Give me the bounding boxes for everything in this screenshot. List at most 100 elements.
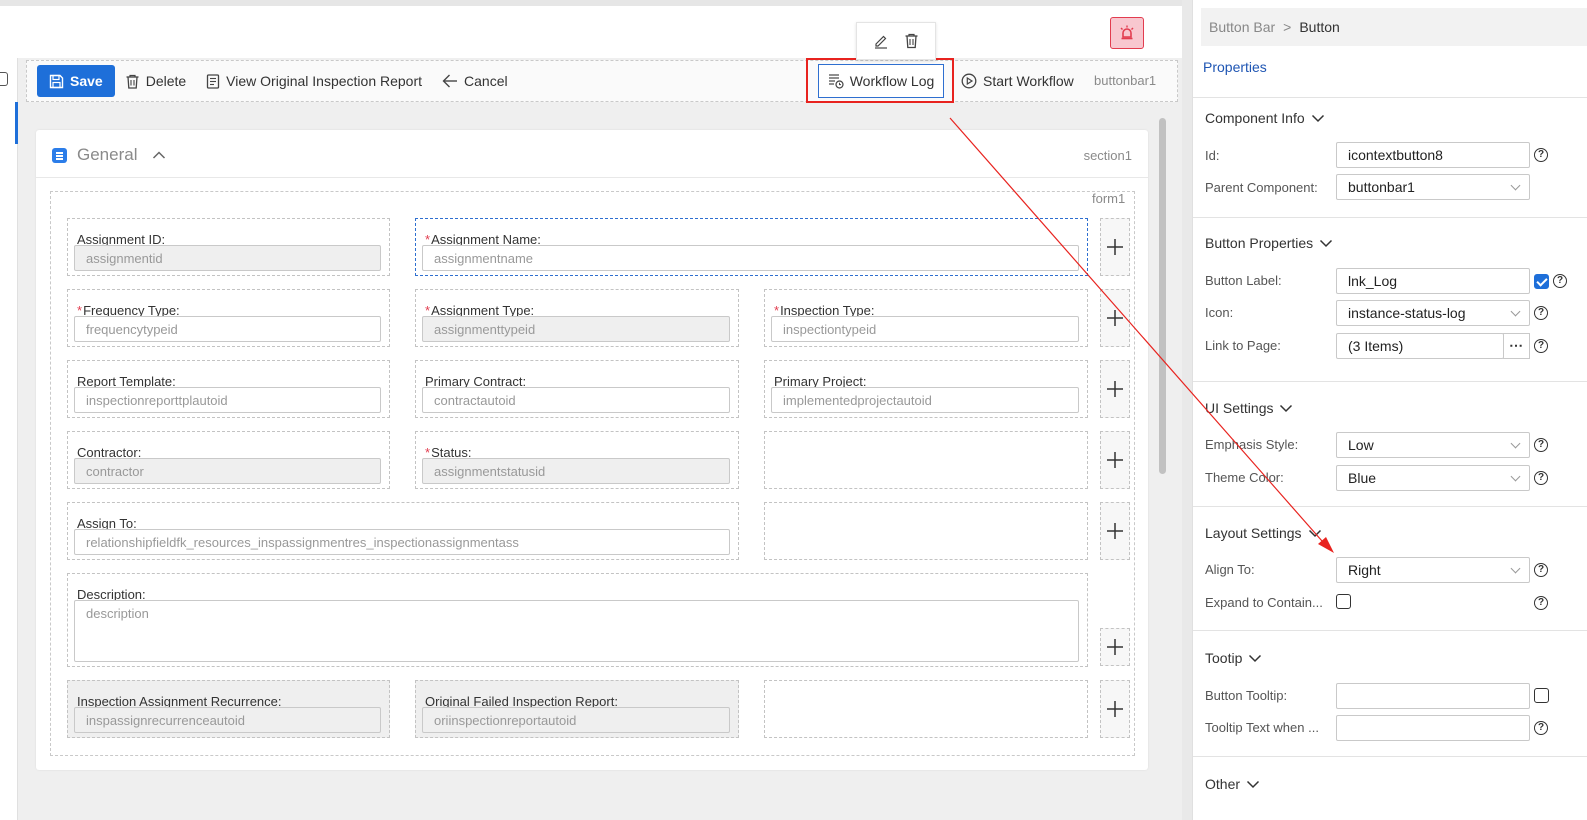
- expand-to-contain-checkbox[interactable]: [1336, 594, 1351, 609]
- workflow-log-button[interactable]: Workflow Log: [818, 64, 944, 98]
- help-icon[interactable]: ?: [1553, 274, 1567, 288]
- empty-field-slot[interactable]: [764, 502, 1088, 560]
- tooltip-header[interactable]: Tootip: [1205, 650, 1262, 666]
- view-report-button[interactable]: View Original Inspection Report: [196, 65, 432, 97]
- assignment-type-input[interactable]: assignmenttypeid: [422, 316, 730, 342]
- field-inspection-type[interactable]: *Inspection Type: inspectiontypeid: [764, 289, 1088, 347]
- edit-icon[interactable]: [873, 33, 889, 49]
- ui-settings-header[interactable]: UI Settings: [1205, 400, 1293, 416]
- primary-project-input[interactable]: implementedprojectautoid: [771, 387, 1079, 413]
- assignment-id-input[interactable]: assignmentid: [74, 245, 381, 271]
- assignment-name-input[interactable]: assignmentname: [422, 245, 1079, 271]
- rail-icon[interactable]: [0, 72, 8, 86]
- play-circle-icon: [961, 73, 977, 89]
- button-label-input[interactable]: lnk_Log: [1336, 268, 1530, 294]
- field-assignment-id[interactable]: Assignment ID: assignmentid: [67, 218, 390, 276]
- workflow-log-label: Workflow Log: [849, 73, 935, 89]
- view-report-label: View Original Inspection Report: [226, 73, 423, 89]
- button-tooltip-input[interactable]: [1336, 683, 1530, 709]
- empty-field-slot[interactable]: [764, 431, 1088, 489]
- add-field-button[interactable]: [1100, 431, 1130, 489]
- rail-active-indicator: [15, 102, 18, 144]
- parent-component-select[interactable]: buttonbar1: [1336, 174, 1530, 200]
- chevron-up-icon[interactable]: [152, 150, 166, 160]
- breadcrumb-parent[interactable]: Button Bar: [1209, 19, 1275, 35]
- help-icon[interactable]: ?: [1534, 306, 1548, 320]
- add-field-button[interactable]: [1100, 680, 1130, 738]
- primary-contract-input[interactable]: contractautoid: [422, 387, 730, 413]
- field-original-failed-report[interactable]: Original Failed Inspection Report: oriin…: [415, 680, 739, 738]
- add-field-button[interactable]: [1100, 502, 1130, 560]
- link-to-page-input[interactable]: (3 Items): [1336, 333, 1504, 359]
- emphasis-style-select[interactable]: Low: [1336, 432, 1530, 458]
- component-info-header[interactable]: Component Info: [1205, 110, 1325, 126]
- inspection-type-input[interactable]: inspectiontypeid: [771, 316, 1079, 342]
- section-title: UI Settings: [1205, 400, 1274, 416]
- help-icon[interactable]: ?: [1534, 596, 1548, 610]
- field-description[interactable]: Description: description: [67, 573, 1088, 667]
- contractor-input[interactable]: contractor: [74, 458, 381, 484]
- id-label: Id:: [1205, 148, 1220, 163]
- recurrence-input[interactable]: inspassignrecurrenceautoid: [74, 707, 381, 733]
- report-template-input[interactable]: inspectionreporttplautoid: [74, 387, 381, 413]
- empty-field-slot[interactable]: [764, 680, 1088, 738]
- emphasis-style-label: Emphasis Style:: [1205, 437, 1299, 452]
- help-icon[interactable]: ?: [1534, 721, 1548, 735]
- help-icon[interactable]: ?: [1534, 563, 1548, 577]
- other-header[interactable]: Other: [1205, 776, 1260, 792]
- frequency-type-input[interactable]: frequencytypeid: [74, 316, 381, 342]
- tooltip-section: Tootip Button Tooltip: Tooltip Text when…: [1193, 630, 1587, 756]
- more-options-button[interactable]: ⋯: [1503, 333, 1530, 359]
- help-icon[interactable]: ?: [1534, 471, 1548, 485]
- field-primary-contract[interactable]: Primary Contract: contractautoid: [415, 360, 739, 418]
- tooltip-disabled-input[interactable]: [1336, 715, 1530, 741]
- help-icon[interactable]: ?: [1534, 438, 1548, 452]
- assign-to-input[interactable]: relationshipfieldfk_resources_inspassign…: [74, 529, 730, 555]
- save-button[interactable]: Save: [37, 65, 115, 97]
- field-contractor[interactable]: Contractor: contractor: [67, 431, 390, 489]
- layout-settings-header[interactable]: Layout Settings: [1205, 525, 1322, 541]
- id-input[interactable]: icontextbutton8: [1336, 142, 1530, 168]
- link-to-page-label: Link to Page:: [1205, 338, 1281, 353]
- button-properties-header[interactable]: Button Properties: [1205, 235, 1333, 251]
- field-assignment-name[interactable]: *Assignment Name: assignmentname: [415, 218, 1088, 276]
- field-assignment-type[interactable]: *Assignment Type: assignmenttypeid: [415, 289, 739, 347]
- button-tooltip-checkbox[interactable]: [1534, 688, 1549, 703]
- arrow-left-icon: [442, 74, 458, 88]
- status-input[interactable]: assignmentstatusid: [422, 458, 730, 484]
- add-field-button[interactable]: [1100, 218, 1130, 276]
- help-icon[interactable]: ?: [1534, 339, 1548, 353]
- original-failed-report-input[interactable]: oriinspectionreportautoid: [422, 707, 730, 733]
- top-bar: [0, 6, 1180, 58]
- cancel-button[interactable]: Cancel: [432, 65, 518, 97]
- add-field-button[interactable]: [1100, 628, 1130, 666]
- section-title: Tootip: [1205, 650, 1243, 666]
- field-assign-to[interactable]: Assign To: relationshipfieldfk_resources…: [67, 502, 739, 560]
- theme-color-select[interactable]: Blue: [1336, 465, 1530, 491]
- field-primary-project[interactable]: Primary Project: implementedprojectautoi…: [764, 360, 1088, 418]
- trash-icon[interactable]: [904, 33, 919, 49]
- panel-divider[interactable]: [1182, 0, 1192, 820]
- help-icon[interactable]: ?: [1534, 148, 1548, 162]
- field-status[interactable]: *Status: assignmentstatusid: [415, 431, 739, 489]
- start-workflow-button[interactable]: Start Workflow: [951, 65, 1084, 97]
- add-field-button[interactable]: [1100, 360, 1130, 418]
- left-rail: [0, 58, 18, 820]
- description-textarea[interactable]: description: [74, 600, 1079, 662]
- delete-button[interactable]: Delete: [115, 65, 196, 97]
- field-recurrence[interactable]: Inspection Assignment Recurrence: inspas…: [67, 680, 390, 738]
- section-header[interactable]: General section1: [36, 130, 1148, 178]
- tooltip-disabled-label: Tooltip Text when ...: [1205, 720, 1319, 735]
- icon-select[interactable]: instance-status-log: [1336, 300, 1530, 326]
- align-to-select[interactable]: Right: [1336, 557, 1530, 583]
- scrollbar-thumb[interactable]: [1159, 118, 1166, 474]
- add-field-button[interactable]: [1100, 289, 1130, 347]
- component-tag: buttonbar1: [1094, 73, 1157, 88]
- button-label-checkbox[interactable]: [1534, 274, 1549, 289]
- floating-edit-toolbar: [856, 22, 936, 60]
- alarm-button[interactable]: [1110, 17, 1144, 49]
- field-frequency-type[interactable]: *Frequency Type: frequencytypeid: [67, 289, 390, 347]
- section-title: Layout Settings: [1205, 525, 1302, 541]
- align-to-label: Align To:: [1205, 562, 1255, 577]
- field-report-template[interactable]: Report Template: inspectionreporttplauto…: [67, 360, 390, 418]
